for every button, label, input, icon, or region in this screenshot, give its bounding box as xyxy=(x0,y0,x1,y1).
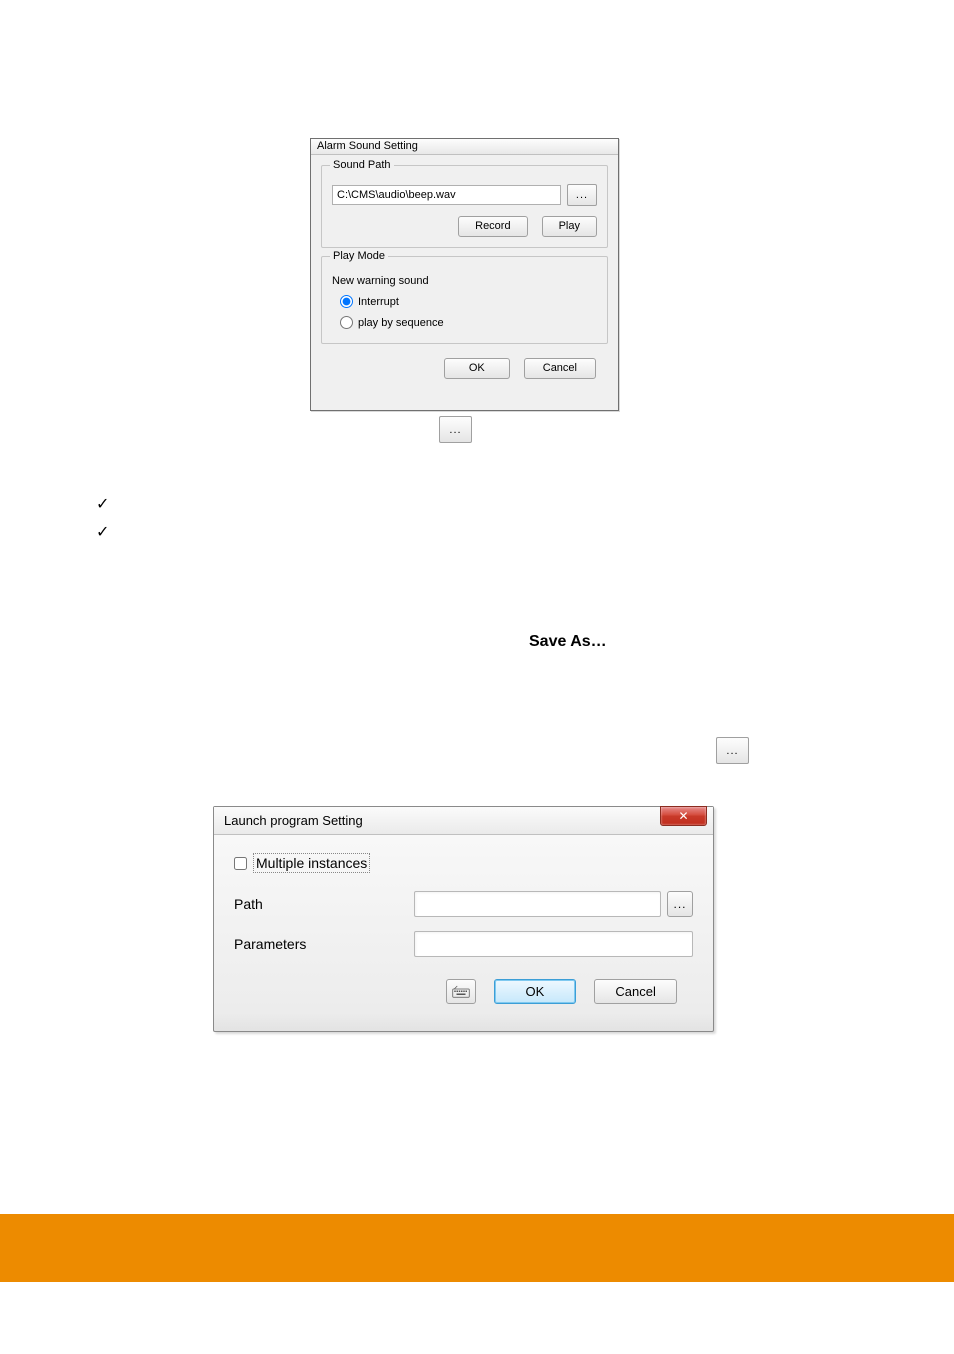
radio-interrupt[interactable]: Interrupt xyxy=(340,295,597,308)
radio-label: Interrupt xyxy=(358,296,399,308)
path-input[interactable] xyxy=(414,891,661,917)
play-mode-group: Play Mode New warning sound Interrupt pl… xyxy=(321,256,608,344)
record-play-row: Record Play xyxy=(332,216,597,237)
multiple-instances-label: Multiple instances xyxy=(253,853,370,873)
ok-button[interactable]: OK xyxy=(494,979,577,1004)
parameters-label: Parameters xyxy=(234,936,414,952)
radio-interrupt-input[interactable] xyxy=(340,295,353,308)
launch-program-dialog: Launch program Setting ✕ Multiple instan… xyxy=(213,806,714,1032)
check-list: ✓ ✓ xyxy=(96,494,109,542)
ok-button[interactable]: OK xyxy=(444,358,510,379)
cancel-button[interactable]: Cancel xyxy=(594,979,677,1004)
dialog-body: Multiple instances Path ... Parameters xyxy=(214,835,713,1014)
dialog-titlebar: Launch program Setting ✕ xyxy=(214,807,713,835)
dialog-title: Launch program Setting xyxy=(224,813,363,828)
browse-button[interactable]: ... xyxy=(667,891,693,917)
parameters-row: Parameters xyxy=(234,931,693,957)
close-icon: ✕ xyxy=(678,809,688,823)
browse-button-inline[interactable]: ... xyxy=(439,416,472,443)
path-row: Path ... xyxy=(234,891,693,917)
sound-path-group: Sound Path C:\CMS\audio\beep.wav ... Rec… xyxy=(321,165,608,248)
browse-button[interactable]: ... xyxy=(439,416,472,443)
radio-sequence-input[interactable] xyxy=(340,316,353,329)
close-button[interactable]: ✕ xyxy=(660,806,707,826)
sound-path-input[interactable]: C:\CMS\audio\beep.wav xyxy=(332,185,561,205)
path-label: Path xyxy=(234,896,414,912)
dialog-body: Sound Path C:\CMS\audio\beep.wav ... Rec… xyxy=(311,155,618,389)
record-button[interactable]: Record xyxy=(458,216,527,237)
dialog-title: Alarm Sound Setting xyxy=(311,139,618,155)
play-button[interactable]: Play xyxy=(542,216,597,237)
radio-sequence[interactable]: play by sequence xyxy=(340,316,597,329)
check-icon: ✓ xyxy=(96,522,109,542)
dialog2-footer: OK Cancel xyxy=(234,971,693,1004)
group-label: Sound Path xyxy=(330,159,394,171)
browse-button-inline-2[interactable]: ... xyxy=(716,737,749,764)
multiple-instances-checkbox[interactable] xyxy=(234,857,247,870)
cancel-button[interactable]: Cancel xyxy=(524,358,596,379)
radio-label: play by sequence xyxy=(358,317,444,329)
keyboard-icon xyxy=(452,985,470,999)
check-icon: ✓ xyxy=(96,494,109,514)
keyboard-button[interactable] xyxy=(446,979,476,1004)
path-row: C:\CMS\audio\beep.wav ... xyxy=(332,184,597,206)
browse-button[interactable]: ... xyxy=(567,184,597,206)
alarm-sound-dialog: Alarm Sound Setting Sound Path C:\CMS\au… xyxy=(310,138,619,411)
multiple-instances-row: Multiple instances xyxy=(234,853,693,873)
play-mode-content: New warning sound Interrupt play by sequ… xyxy=(332,275,597,329)
group-label: Play Mode xyxy=(330,250,388,262)
dialog1-footer: OK Cancel xyxy=(321,352,608,379)
footer-bar xyxy=(0,1214,954,1282)
browse-button[interactable]: ... xyxy=(716,737,749,764)
parameters-input[interactable] xyxy=(414,931,693,957)
play-mode-subhead: New warning sound xyxy=(332,275,597,287)
save-as-text: Save As… xyxy=(529,633,607,651)
